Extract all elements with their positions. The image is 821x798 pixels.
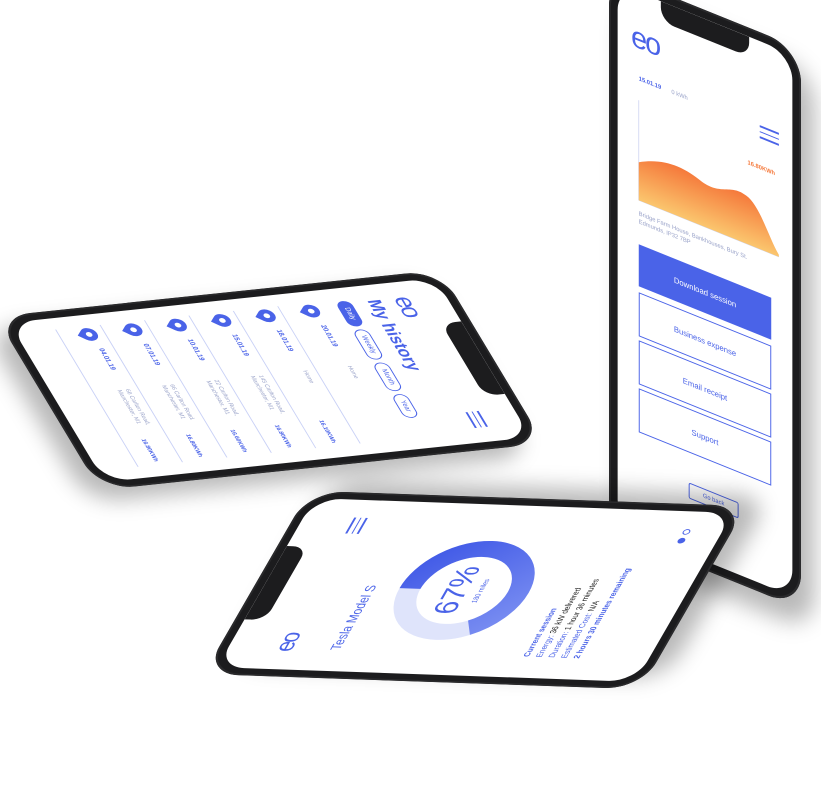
menu-icon[interactable] xyxy=(345,517,369,534)
row-date: 18.01.19 xyxy=(274,329,295,352)
location-pin-icon xyxy=(210,311,234,330)
filter-weekly[interactable]: Weekly xyxy=(351,328,386,361)
location-pin-icon xyxy=(255,306,279,325)
row-date: 04.01.19 xyxy=(96,348,117,371)
eo-logo: eo xyxy=(268,632,308,653)
location-pin-icon xyxy=(299,302,323,321)
row-date: 15.01.19 xyxy=(229,334,250,357)
page-dot-active[interactable] xyxy=(676,537,687,544)
row-date: 07.01.19 xyxy=(141,343,162,366)
car-title: Tesla Model S xyxy=(326,584,380,651)
row-date: 20.01.19 xyxy=(318,324,339,347)
filter-daily[interactable]: Daily xyxy=(334,300,365,327)
filter-month[interactable]: Month xyxy=(371,362,404,392)
menu-icon[interactable] xyxy=(464,410,489,428)
page-indicator xyxy=(676,529,692,544)
filter-year[interactable]: Year xyxy=(390,393,420,419)
location-pin-icon xyxy=(77,325,101,344)
session-details: Current session Energy: 36 kW delivered … xyxy=(520,513,665,659)
eo-logo: eo xyxy=(631,19,660,64)
tab-date[interactable]: 15.01.19 xyxy=(639,76,661,91)
page-dot[interactable] xyxy=(681,529,692,535)
row-date: 10.01.19 xyxy=(185,338,206,361)
location-pin-icon xyxy=(122,320,145,339)
charge-ring: 67% 180 miles xyxy=(367,536,562,644)
history-phone: eo My history Daily Weekly Month Year 20… xyxy=(0,269,545,491)
location-pin-icon xyxy=(166,316,190,335)
tab-kwh[interactable]: 0 kWh xyxy=(671,89,687,102)
session-phone: eo Tesla Model S 67% 180 miles Current s… xyxy=(203,490,747,690)
